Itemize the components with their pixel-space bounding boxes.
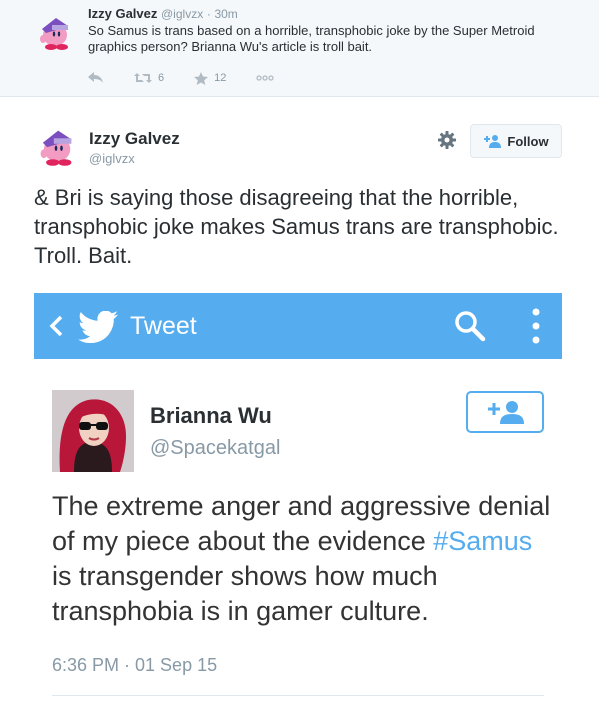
add-user-icon: [484, 135, 502, 148]
timestamp: 6:36 PM · 01 Sep 15: [52, 655, 218, 675]
reply-button[interactable]: [88, 72, 104, 84]
follow-label: Follow: [507, 133, 549, 149]
avatar[interactable]: [34, 12, 74, 52]
favorite-count: 12: [214, 72, 227, 84]
more-dots-icon: [256, 75, 275, 81]
star-icon: [194, 71, 209, 85]
tweet-actions: 6 12: [88, 70, 304, 86]
display-name[interactable]: Izzy Galvez: [89, 129, 180, 149]
timestamp[interactable]: 30m: [214, 7, 237, 21]
separator: ·: [206, 7, 211, 21]
retweet-button[interactable]: 6: [134, 72, 164, 84]
tweet-text: & Bri is saying those disagreeing that t…: [34, 185, 559, 268]
tweet-text: So Samus is trans based on a horrible, t…: [88, 23, 535, 54]
follow-button: [466, 391, 544, 433]
chevron-left-icon: [49, 315, 63, 337]
user-handle: @Spacekatgal: [150, 437, 281, 459]
favorite-button[interactable]: 12: [194, 71, 227, 85]
user-handle[interactable]: @iglvzx: [161, 7, 203, 21]
display-name: Brianna Wu: [150, 403, 272, 428]
app-header-bar: Tweet: [34, 293, 562, 359]
attached-screenshot[interactable]: Tweet Brianna Wu @Spacekatgal The extrem…: [34, 293, 562, 706]
gear-icon[interactable]: [437, 130, 457, 150]
retweet-count: 6: [158, 72, 165, 84]
twitter-bird-icon: [78, 311, 118, 343]
add-user-icon: [488, 401, 524, 424]
more-button[interactable]: [256, 75, 275, 81]
follow-button[interactable]: Follow: [470, 124, 562, 158]
divider: [52, 695, 544, 696]
user-handle[interactable]: @iglvzx: [89, 151, 135, 166]
avatar[interactable]: [34, 124, 78, 168]
header-title: Tweet: [130, 312, 197, 340]
display-name[interactable]: Izzy Galvez: [88, 6, 157, 21]
tweet-text-part: is transgender shows how much transphobi…: [52, 561, 438, 626]
tweet-text: The extreme anger and aggressive denial …: [52, 489, 552, 629]
hashtag-link: #Samus: [433, 526, 533, 556]
parent-tweet-header: Izzy Galvez @iglvzx · 30m: [88, 6, 238, 21]
reply-icon: [88, 72, 103, 83]
retweet-icon: [134, 73, 152, 83]
parent-tweet[interactable]: Izzy Galvez @iglvzx · 30m So Samus is tr…: [0, 0, 599, 97]
search-icon: [455, 311, 486, 342]
vertical-dots-icon: [532, 308, 540, 344]
profile-photo: [52, 390, 134, 472]
